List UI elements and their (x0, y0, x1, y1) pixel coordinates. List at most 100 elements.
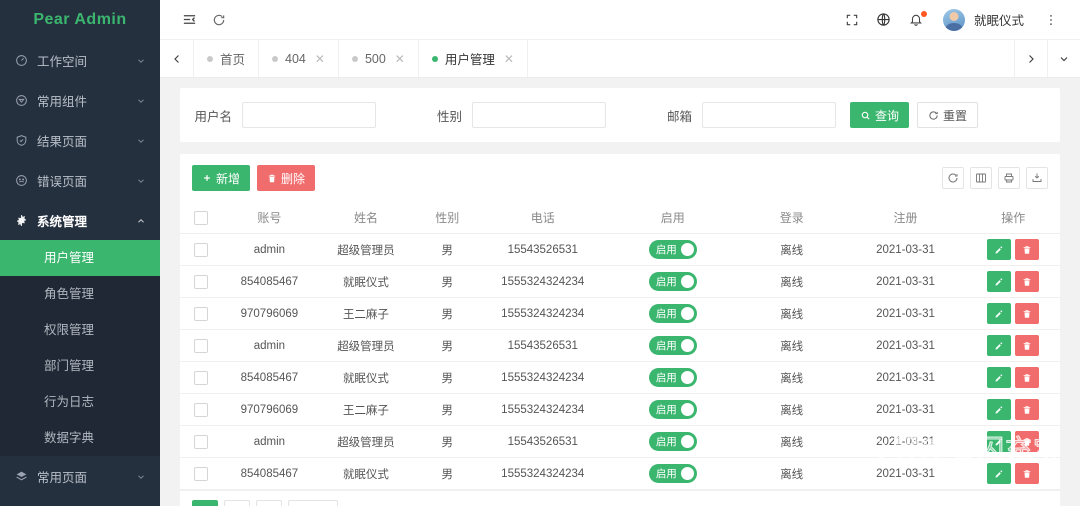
toggle-label: 启用 (655, 308, 677, 320)
edit-row-button[interactable] (987, 367, 1012, 388)
row-checkbox[interactable] (194, 402, 209, 417)
more-vertical-icon[interactable] (1036, 5, 1066, 35)
add-button-label: 新增 (216, 171, 241, 186)
fullscreen-icon[interactable] (837, 5, 867, 35)
sidebar-item-permission-management[interactable]: 权限管理 (0, 312, 160, 348)
enabled-toggle[interactable]: 启用 (648, 336, 697, 355)
pencil-icon (995, 277, 1003, 285)
delete-row-button[interactable] (1015, 303, 1040, 324)
enabled-toggle[interactable]: 启用 (648, 240, 697, 259)
tab-user-management[interactable]: 用户管理 ✕ (419, 40, 528, 77)
table-head: 账号 姓名 性别 电话 启用 登录 注册 操作 (180, 202, 1060, 234)
page-button[interactable]: 1 (192, 500, 218, 506)
row-checkbox[interactable] (194, 370, 209, 385)
add-button[interactable]: 新增 (192, 165, 251, 191)
edit-row-button[interactable] (987, 431, 1012, 452)
row-checkbox[interactable] (194, 338, 209, 353)
edit-row-button[interactable] (987, 239, 1012, 260)
refresh-icon[interactable] (942, 167, 964, 189)
reset-button[interactable]: 重置 (917, 102, 979, 128)
row-checkbox[interactable] (194, 306, 209, 321)
menu-fold-icon[interactable] (174, 5, 204, 35)
delete-row-button[interactable] (1015, 271, 1040, 292)
enabled-toggle[interactable]: 启用 (648, 400, 697, 419)
tab-404[interactable]: 404 ✕ (259, 40, 339, 77)
sidebar-item-role-management[interactable]: 角色管理 (0, 276, 160, 312)
trash-icon (1023, 341, 1031, 350)
pagination: 1 2 3 下一页 (180, 490, 1060, 506)
enabled-toggle[interactable]: 启用 (648, 432, 697, 451)
sidebar-item-system[interactable]: 系统管理 (0, 200, 160, 240)
export-icon[interactable] (1026, 167, 1048, 189)
sidebar-item-user-management[interactable]: 用户管理 (0, 240, 160, 276)
sidebar-item-common-pages[interactable]: 常用页面 (0, 456, 160, 496)
tab-scroll-left-button[interactable] (160, 40, 194, 77)
delete-row-button[interactable] (1015, 239, 1040, 260)
delete-row-button[interactable] (1015, 335, 1040, 356)
delete-button[interactable]: 删除 (257, 165, 316, 191)
sidebar-item-workspace[interactable]: 工作空间 (0, 40, 160, 80)
tab-scroll-right-button[interactable] (1014, 40, 1047, 77)
cell-gender: 男 (415, 297, 479, 330)
enabled-toggle[interactable]: 启用 (648, 304, 697, 323)
table-row[interactable]: 854085467 就眠仪式男 1555324324234 启用 离线 2021-03-3… (180, 265, 1060, 298)
enabled-toggle[interactable]: 启用 (648, 368, 697, 387)
sidebar-item-result-pages[interactable]: 结果页面 (0, 120, 160, 160)
table-row[interactable]: 854085467 就眠仪式男 1555324324234 启用 离线 2021-03-3… (180, 361, 1060, 394)
delete-row-button[interactable] (1015, 367, 1040, 388)
delete-row-button[interactable] (1015, 463, 1040, 484)
table-row[interactable]: admin 超级管理员男 15543526531 启用 离线 2021-03-31 (180, 329, 1060, 362)
sidebar-item-data-management[interactable]: 数据管理 (0, 496, 160, 506)
enabled-toggle[interactable]: 启用 (648, 272, 697, 291)
row-checkbox[interactable] (194, 274, 209, 289)
row-checkbox[interactable] (194, 242, 209, 257)
gender-input[interactable] (472, 102, 606, 128)
edit-row-button[interactable] (987, 463, 1012, 484)
toggle-label: 启用 (655, 244, 677, 256)
row-checkbox[interactable] (194, 434, 209, 449)
row-checkbox[interactable] (194, 466, 209, 481)
edit-row-button[interactable] (987, 303, 1012, 324)
edit-row-button[interactable] (987, 399, 1012, 420)
tab-label: 404 (285, 51, 306, 66)
enabled-toggle[interactable]: 启用 (648, 464, 697, 483)
close-icon[interactable]: ✕ (395, 53, 405, 65)
table-row[interactable]: admin 超级管理员男 15543526531 启用 离线 2021-03-31 (180, 233, 1060, 266)
table-row[interactable]: admin 超级管理员男 15543526531 启用 离线 2021-03-31 (180, 425, 1060, 458)
search-button[interactable]: 查询 (850, 102, 910, 128)
edit-row-button[interactable] (987, 335, 1012, 356)
delete-row-button[interactable] (1015, 431, 1040, 452)
delete-row-button[interactable] (1015, 399, 1040, 420)
print-icon[interactable] (998, 167, 1020, 189)
columns-icon[interactable] (970, 167, 992, 189)
sidebar-item-activity-log[interactable]: 行为日志 (0, 384, 160, 420)
tab-home[interactable]: 首页 (194, 40, 260, 77)
bell-icon[interactable] (901, 5, 931, 35)
email-input[interactable] (702, 102, 836, 128)
close-icon[interactable]: ✕ (315, 53, 325, 65)
select-all-checkbox[interactable] (194, 210, 209, 225)
sidebar-item-error-pages[interactable]: 错误页面 (0, 160, 160, 200)
page-button[interactable]: 2 (224, 500, 250, 506)
table-row[interactable]: 854085467 就眠仪式男 1555324324234 启用 离线 2021-03-3… (180, 457, 1060, 490)
admin-dashboard: Pear Admin 工作空间 常用组件 结果页面 错误页面 系统管理 用户管理… (0, 0, 1080, 506)
sidebar-item-department-management[interactable]: 部门管理 (0, 348, 160, 384)
close-icon[interactable]: ✕ (504, 53, 514, 65)
user-avatar[interactable] (942, 8, 965, 31)
table-row[interactable]: 970796069 王二麻子男 1555324324234 启用 离线 2021-03-3… (180, 393, 1060, 426)
page-button[interactable]: 3 (256, 500, 282, 506)
globe-icon[interactable] (869, 5, 899, 35)
next-page-button[interactable]: 下一页 (288, 500, 339, 506)
tab-dropdown-button[interactable] (1047, 40, 1080, 77)
username-label[interactable]: 就眠仪式 (974, 10, 1024, 29)
tab-500[interactable]: 500 ✕ (339, 40, 419, 77)
username-input[interactable] (242, 102, 376, 128)
sidebar-item-components[interactable]: 常用组件 (0, 80, 160, 120)
sidebar-item-data-dictionary[interactable]: 数据字典 (0, 420, 160, 456)
notification-dot (920, 10, 927, 17)
cell-enabled: 启用 (606, 425, 739, 458)
refresh-icon[interactable] (204, 5, 234, 35)
table-row[interactable]: 970796069 王二麻子男 1555324324234 启用 离线 2021-03-3… (180, 297, 1060, 330)
edit-row-button[interactable] (987, 271, 1012, 292)
filter-field-username: 用户名 (180, 102, 376, 128)
